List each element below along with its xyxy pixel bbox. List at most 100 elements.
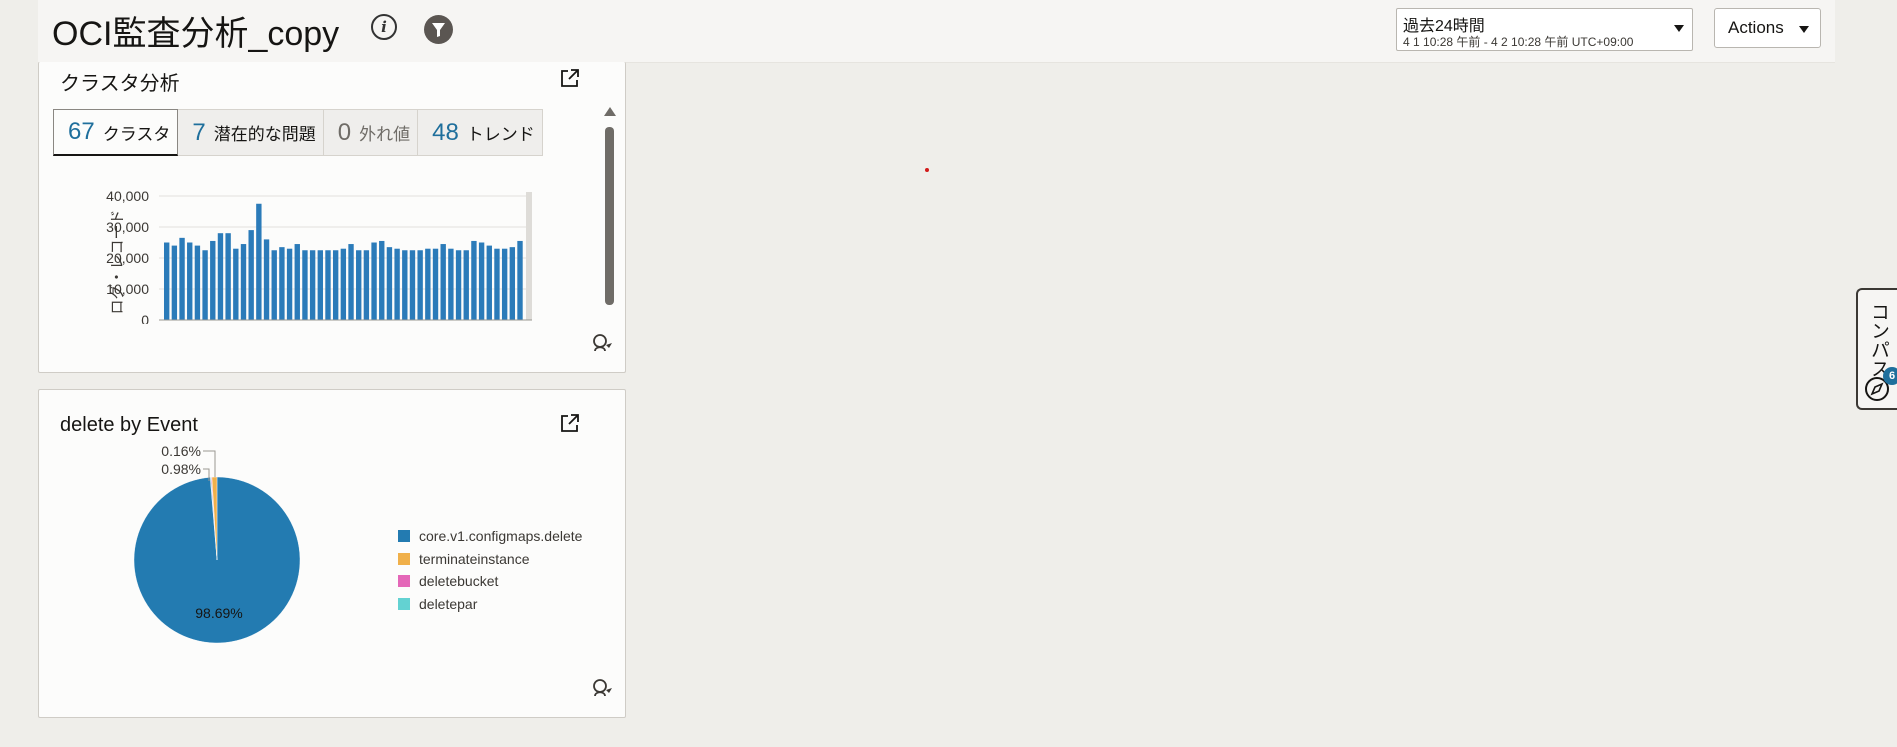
bar xyxy=(187,242,193,320)
bar xyxy=(202,250,208,320)
bar xyxy=(417,250,423,320)
bar xyxy=(348,244,354,320)
bar xyxy=(356,250,362,320)
legend-item[interactable]: deletepar xyxy=(398,593,582,616)
bar xyxy=(386,247,393,320)
bar xyxy=(317,250,323,320)
bar xyxy=(486,245,492,320)
bar xyxy=(332,250,339,320)
y-tick-label: 40,000 xyxy=(106,188,149,204)
legend-label: deletepar xyxy=(419,595,478,612)
scrollbar-thumb[interactable] xyxy=(605,127,614,305)
tab-count: 67 xyxy=(68,118,95,145)
bar xyxy=(509,247,516,320)
tab-outliers[interactable]: 0 外れ値 xyxy=(323,109,419,156)
tab-count: 7 xyxy=(192,118,206,146)
actions-button[interactable]: Actions xyxy=(1714,8,1821,48)
time-range-sub-label: 4 1 10:28 午前 - 4 2 10:28 午前 UTC+09:00 xyxy=(1403,35,1634,49)
bar xyxy=(394,248,400,320)
legend-label: deletebucket xyxy=(419,573,499,590)
bar xyxy=(402,250,408,320)
bar xyxy=(194,245,201,320)
y-tick-label: 0 xyxy=(141,312,149,324)
delete-by-event-widget: delete by Event 98.69% 0.98% 0.16% core.v1… xyxy=(38,389,626,718)
chevron-down-icon xyxy=(1799,26,1809,33)
widget-scrollbar[interactable] xyxy=(604,107,616,307)
pie-data-label: 0.98% xyxy=(161,461,201,477)
log-records-bar-chart: 010,00020,00030,00040,000ログ・レコード12:0018:… xyxy=(106,188,532,324)
bar xyxy=(240,244,247,320)
legend-swatch xyxy=(398,530,410,543)
explore-search-icon[interactable] xyxy=(591,332,613,354)
legend-label: core.v1.configmaps.delete xyxy=(419,528,583,545)
actions-label: Actions xyxy=(1728,18,1784,37)
bar xyxy=(471,240,477,320)
legend-label: terminateinstance xyxy=(419,550,530,567)
tab-count: 0 xyxy=(337,118,352,146)
legend-swatch xyxy=(398,575,410,588)
legend-item[interactable]: deletebucket xyxy=(398,570,582,593)
info-icon[interactable]: i xyxy=(371,14,397,40)
legend-swatch xyxy=(398,552,410,565)
cursor-dot xyxy=(925,168,929,172)
legend-item[interactable]: terminateinstance xyxy=(398,548,582,571)
bar xyxy=(409,250,416,320)
page-title: OCI監査分析_copy xyxy=(52,15,340,53)
bar xyxy=(248,230,254,320)
tab-trends[interactable]: 48 トレンド xyxy=(418,109,543,156)
pie-legend: core.v1.configmaps.delete terminateinsta… xyxy=(398,525,582,615)
bar xyxy=(463,250,469,320)
delete-by-event-pie-chart: 98.69% 0.98% 0.16% xyxy=(133,443,301,644)
bar xyxy=(478,242,485,320)
bar xyxy=(440,244,446,320)
bar xyxy=(294,244,300,320)
bar xyxy=(302,250,308,320)
legend-swatch xyxy=(398,597,410,610)
time-range-selector[interactable]: 過去24時間 4 1 10:28 午前 - 4 2 10:28 午前 UTC+0… xyxy=(1396,8,1693,51)
bar xyxy=(325,250,331,320)
tab-count: 48 xyxy=(432,118,459,146)
notification-badge: 6 xyxy=(1883,367,1897,385)
bar xyxy=(309,250,316,320)
bar xyxy=(371,242,377,320)
tab-clusters[interactable]: 67 クラスタ xyxy=(53,109,179,156)
tab-potential-issues[interactable]: 7 潜在的な問題 xyxy=(178,109,324,156)
bar xyxy=(225,233,231,320)
scroll-up-arrow-icon[interactable] xyxy=(604,107,616,116)
bar xyxy=(432,248,439,320)
pie-data-label: 98.69% xyxy=(195,605,242,621)
tab-label: トレンド xyxy=(466,125,535,144)
compass-side-tab[interactable]: コンパス 6 xyxy=(1856,288,1897,410)
bar xyxy=(494,248,500,320)
bar xyxy=(340,248,347,320)
bar xyxy=(263,239,270,320)
bar xyxy=(448,248,454,320)
open-external-icon[interactable] xyxy=(559,412,581,434)
bar xyxy=(379,240,385,320)
dashboard-header: OCI監査分析_copy i 過去24時間 4 1 10:28 午前 - 4 2… xyxy=(38,0,1835,63)
tab-label: 外れ値 xyxy=(359,125,411,144)
tab-label: 潜在的な問題 xyxy=(213,125,316,144)
bar xyxy=(425,248,431,320)
bar xyxy=(210,240,216,320)
bar xyxy=(179,237,185,320)
tab-label: クラスタ xyxy=(102,124,171,144)
bar xyxy=(455,250,462,320)
bar xyxy=(233,248,239,320)
bar xyxy=(217,233,224,320)
bar xyxy=(171,245,178,320)
bar xyxy=(363,250,370,320)
cluster-analysis-widget: クラスタ分析 67 クラスタ 7 潜在的な問題 0 外れ値 48 トレンド 01… xyxy=(38,62,626,373)
y-axis-title: ログ・レコード xyxy=(109,209,126,314)
bar xyxy=(501,248,508,320)
chevron-down-icon xyxy=(1674,25,1684,32)
funnel-icon xyxy=(432,22,445,37)
bar xyxy=(517,240,523,320)
legend-item[interactable]: core.v1.configmaps.delete xyxy=(398,525,582,548)
filter-icon[interactable] xyxy=(424,15,453,44)
explore-search-icon[interactable] xyxy=(591,677,613,699)
open-external-icon[interactable] xyxy=(559,67,581,89)
bar xyxy=(279,247,285,320)
bar xyxy=(256,203,262,320)
plot-edge-shade xyxy=(526,192,532,320)
